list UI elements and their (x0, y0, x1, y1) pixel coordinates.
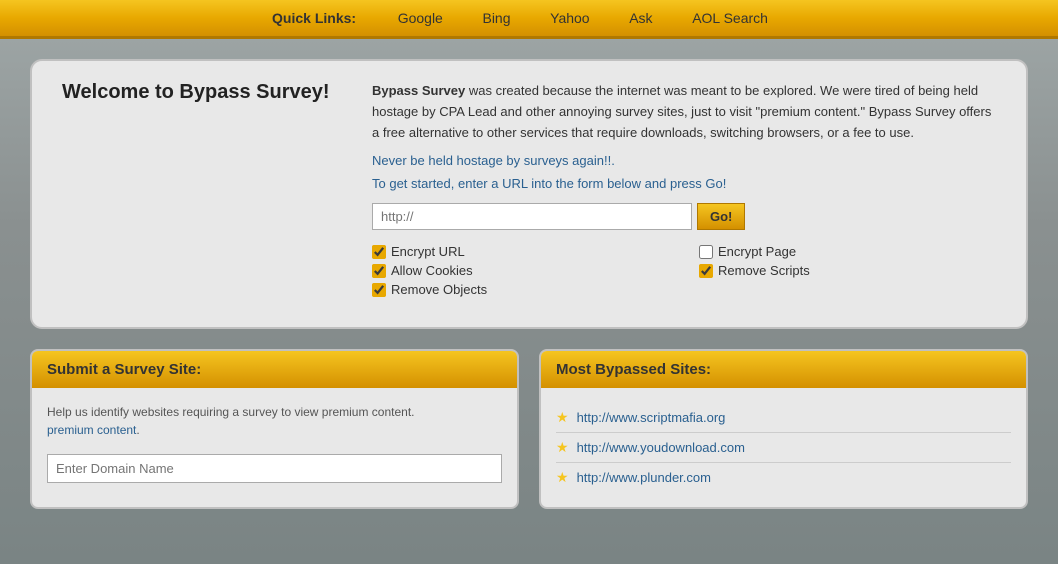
nav-link-ask[interactable]: Ask (629, 10, 652, 26)
checkbox-encrypt-page[interactable] (699, 245, 713, 259)
go-button[interactable]: Go! (697, 203, 745, 230)
star-icon: ★ (556, 469, 569, 486)
star-icon: ★ (556, 409, 569, 426)
premium-content-link[interactable]: premium content (47, 423, 136, 437)
domain-input[interactable] (47, 454, 502, 483)
list-item: ★ http://www.plunder.com (556, 463, 1011, 492)
nav-link-aol[interactable]: AOL Search (692, 10, 768, 26)
bypassed-site-link-1[interactable]: http://www.scriptmafia.org (577, 410, 726, 425)
bypassed-site-link-3[interactable]: http://www.plunder.com (577, 470, 711, 485)
welcome-desc-text: was created because the internet was mea… (372, 83, 991, 140)
bypassed-card: Most Bypassed Sites: ★ http://www.script… (539, 349, 1028, 509)
list-item: ★ http://www.scriptmafia.org (556, 403, 1011, 433)
welcome-title: Welcome to Bypass Survey! (62, 81, 342, 104)
option-label-encrypt-url: Encrypt URL (391, 244, 465, 259)
bypassed-card-body: ★ http://www.scriptmafia.org ★ http://ww… (541, 388, 1026, 507)
checkbox-encrypt-url[interactable] (372, 245, 386, 259)
topbar: Quick Links: Google Bing Yahoo Ask AOL S… (0, 0, 1058, 39)
option-encrypt-url[interactable]: Encrypt URL (372, 244, 669, 259)
option-label-remove-objects: Remove Objects (391, 282, 487, 297)
welcome-right: Bypass Survey was created because the in… (372, 81, 996, 297)
never-held-text: Never be held hostage by surveys again!!… (372, 153, 996, 168)
quicklinks-label: Quick Links: (272, 10, 356, 26)
nav-link-google[interactable]: Google (398, 10, 443, 26)
bypassed-site-link-2[interactable]: http://www.youdownload.com (577, 440, 745, 455)
checkbox-remove-scripts[interactable] (699, 264, 713, 278)
option-encrypt-page[interactable]: Encrypt Page (699, 244, 996, 259)
url-form: Go! (372, 203, 996, 230)
submit-desc: Help us identify websites requiring a su… (47, 403, 502, 439)
option-remove-objects[interactable]: Remove Objects (372, 282, 669, 297)
url-input[interactable] (372, 203, 692, 230)
option-label-encrypt-page: Encrypt Page (718, 244, 796, 259)
star-icon: ★ (556, 439, 569, 456)
welcome-card: Welcome to Bypass Survey! Bypass Survey … (30, 59, 1028, 329)
get-started-text: To get started, enter a URL into the for… (372, 176, 996, 191)
option-label-remove-scripts: Remove Scripts (718, 263, 810, 278)
option-remove-scripts[interactable]: Remove Scripts (699, 263, 996, 278)
nav-link-yahoo[interactable]: Yahoo (550, 10, 589, 26)
list-item: ★ http://www.youdownload.com (556, 433, 1011, 463)
bypassed-card-header: Most Bypassed Sites: (541, 351, 1026, 388)
welcome-left: Welcome to Bypass Survey! (62, 81, 342, 297)
bypassed-list: ★ http://www.scriptmafia.org ★ http://ww… (556, 403, 1011, 492)
brand-name: Bypass Survey (372, 83, 465, 98)
welcome-desc: Bypass Survey was created because the in… (372, 81, 996, 143)
submit-card: Submit a Survey Site: Help us identify w… (30, 349, 519, 509)
submit-card-body: Help us identify websites requiring a su… (32, 388, 517, 498)
nav-link-bing[interactable]: Bing (482, 10, 510, 26)
checkbox-allow-cookies[interactable] (372, 264, 386, 278)
main-content: Welcome to Bypass Survey! Bypass Survey … (0, 39, 1058, 529)
options-grid: Encrypt URL Encrypt Page Allow Cookies R… (372, 244, 996, 297)
submit-card-header: Submit a Survey Site: (32, 351, 517, 388)
checkbox-remove-objects[interactable] (372, 283, 386, 297)
option-allow-cookies[interactable]: Allow Cookies (372, 263, 669, 278)
bottom-columns: Submit a Survey Site: Help us identify w… (30, 349, 1028, 509)
submit-desc-text: Help us identify websites requiring a su… (47, 405, 415, 419)
option-label-allow-cookies: Allow Cookies (391, 263, 473, 278)
